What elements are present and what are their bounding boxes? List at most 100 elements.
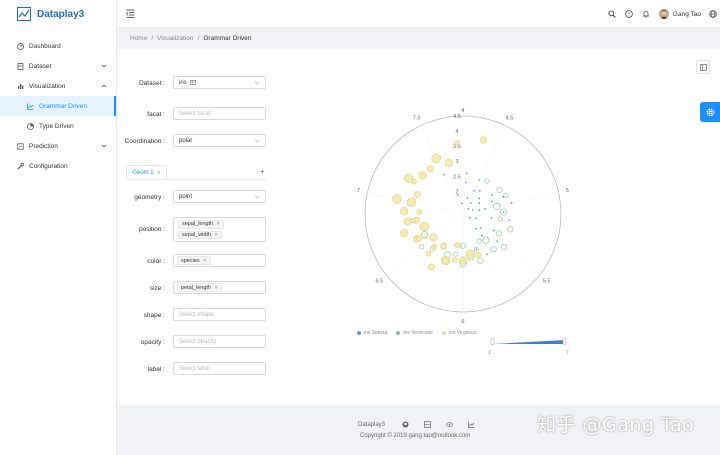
table-icon — [189, 80, 196, 85]
scatter-point — [416, 209, 423, 215]
bell-icon[interactable] — [642, 10, 650, 18]
size-range-slider[interactable]: 1 7 — [485, 333, 575, 357]
slider-handle-max — [562, 337, 567, 346]
sidebar-item-visualization[interactable]: Visualization — [0, 76, 116, 96]
close-icon[interactable]: ✕ — [203, 258, 207, 264]
dataset-row: Dataset : iris — [117, 76, 266, 90]
logo-icon — [17, 7, 31, 21]
scatter-point — [403, 217, 412, 226]
shape-label: shape : — [143, 311, 165, 319]
scatter-point — [496, 186, 503, 193]
chevron-down-icon — [101, 144, 107, 148]
footer-links — [402, 421, 475, 428]
avatar[interactable] — [658, 9, 669, 19]
globe-icon[interactable] — [709, 10, 717, 18]
search-icon[interactable] — [608, 10, 616, 18]
position-label: position : — [138, 226, 165, 233]
size-row: size : petal_length ✕ — [117, 281, 266, 295]
scatter-point — [475, 217, 477, 220]
breadcrumb-visualization[interactable]: Visualization — [157, 35, 193, 42]
dataset-icon[interactable] — [424, 421, 431, 428]
help-icon[interactable]: ? — [625, 10, 633, 18]
scatter-point — [507, 226, 514, 233]
facat-select[interactable]: Select facat — [173, 107, 266, 120]
breadcrumb: Home / Visualization / Grammar Driven — [130, 35, 251, 42]
size-label: size : — [149, 284, 165, 292]
breadcrumb-current: Grammar Driven — [203, 35, 252, 42]
copyright: Copyright © 2019 gang.tao@outlook.com — [360, 433, 471, 439]
scatter-point — [461, 202, 463, 205]
eye-icon[interactable] — [446, 421, 453, 428]
scatter-point — [473, 190, 476, 192]
logo[interactable]: Dataplay3 — [0, 0, 116, 28]
sidebar-item-dashboard[interactable]: Dashboard — [0, 36, 116, 56]
scatter-point — [484, 178, 490, 184]
github-icon[interactable] — [402, 421, 409, 428]
scatter-point — [490, 246, 497, 253]
user-name[interactable]: Gang Tao — [673, 11, 701, 18]
chart-legend: iris Setosa iris Versicolor iris Virgini… — [357, 330, 476, 336]
close-icon[interactable]: ✕ — [214, 285, 218, 291]
side-panel-toggle[interactable] — [696, 60, 710, 74]
geometry-select[interactable]: point — [173, 190, 266, 203]
sidebar-item-configuration[interactable]: Configuration — [0, 156, 116, 176]
scatter-point — [426, 165, 434, 173]
tab-geom-1[interactable]: Geom 1 ✕ — [126, 165, 167, 180]
legend-item-virginica[interactable]: iris Virginica — [442, 330, 476, 336]
menu-fold-icon[interactable] — [126, 9, 135, 18]
close-icon[interactable]: ✕ — [216, 221, 220, 227]
scatter-point — [510, 202, 513, 204]
scatter-point — [451, 257, 458, 263]
radial-tick-label: 4 — [455, 129, 458, 135]
coordination-select[interactable]: polar — [173, 134, 266, 147]
scatter-point — [475, 252, 482, 258]
database-icon — [17, 62, 24, 70]
slider-max-label: 7 — [566, 350, 569, 356]
footer-brand[interactable]: Dataplay3 — [358, 422, 385, 428]
legend-item-versicolor[interactable]: iris Versicolor — [396, 330, 433, 336]
sidebar-item-grammar-driven[interactable]: Grammar Driven — [0, 96, 116, 116]
label-row: label : Select label — [117, 362, 266, 376]
polar-scatter-chart[interactable]: 4.555.566.577.522.533.544.54 — [345, 98, 605, 358]
scatter-point — [470, 202, 472, 204]
legend-marker — [442, 331, 447, 335]
sidebar-item-type-driven[interactable]: Type Driven — [0, 116, 116, 136]
watermark: 知乎 @Gang Tao — [537, 414, 695, 436]
dataset-select[interactable]: iris — [173, 76, 266, 89]
tab-divider — [126, 179, 266, 180]
scatter-point — [484, 208, 486, 210]
close-icon[interactable]: ✕ — [157, 170, 161, 176]
app-title: Dataplay3 — [37, 8, 85, 20]
close-icon[interactable]: ✕ — [214, 232, 218, 238]
chart-link-icon[interactable] — [468, 421, 475, 428]
sidebar-item-prediction[interactable]: Prediction — [0, 136, 116, 156]
size-select[interactable]: petal_length ✕ — [173, 281, 266, 294]
geometry-row: geometry : point — [117, 190, 266, 204]
scatter-point — [427, 263, 435, 271]
top-header: ? Gang Tao — [117, 0, 720, 28]
bar-chart-icon — [17, 83, 24, 90]
chevron-up-icon — [101, 84, 107, 88]
opacity-placeholder: Select opacity — [179, 338, 217, 345]
scatter-point — [482, 236, 490, 244]
shape-select[interactable]: Select shape — [173, 308, 266, 321]
sidebar-item-label: Dataset — [29, 62, 52, 70]
angular-tick-label: 7.5 — [413, 116, 421, 122]
position-select[interactable]: sepal_length ✕ sepal_width ✕ — [173, 217, 266, 242]
color-select[interactable]: species ✕ — [173, 254, 266, 267]
scatter-point — [400, 229, 409, 238]
sidebar-item-dataset[interactable]: Dataset — [0, 56, 116, 76]
opacity-select[interactable]: Select opacity — [173, 335, 266, 348]
add-geom-button[interactable]: + — [260, 167, 265, 176]
geom-tab-label: Geom 1 — [132, 169, 154, 176]
legend-item-setosa[interactable]: iris Setosa — [357, 330, 387, 336]
sidebar-item-label: Visualization — [29, 82, 66, 90]
scatter-point — [466, 197, 469, 199]
settings-button[interactable] — [700, 102, 720, 122]
gear-icon — [706, 108, 714, 116]
scatter-point — [491, 200, 494, 203]
breadcrumb-home[interactable]: Home — [130, 35, 147, 42]
panel-icon — [699, 63, 707, 71]
facat-label: facat : — [147, 110, 165, 118]
label-select[interactable]: Select label — [173, 362, 266, 375]
